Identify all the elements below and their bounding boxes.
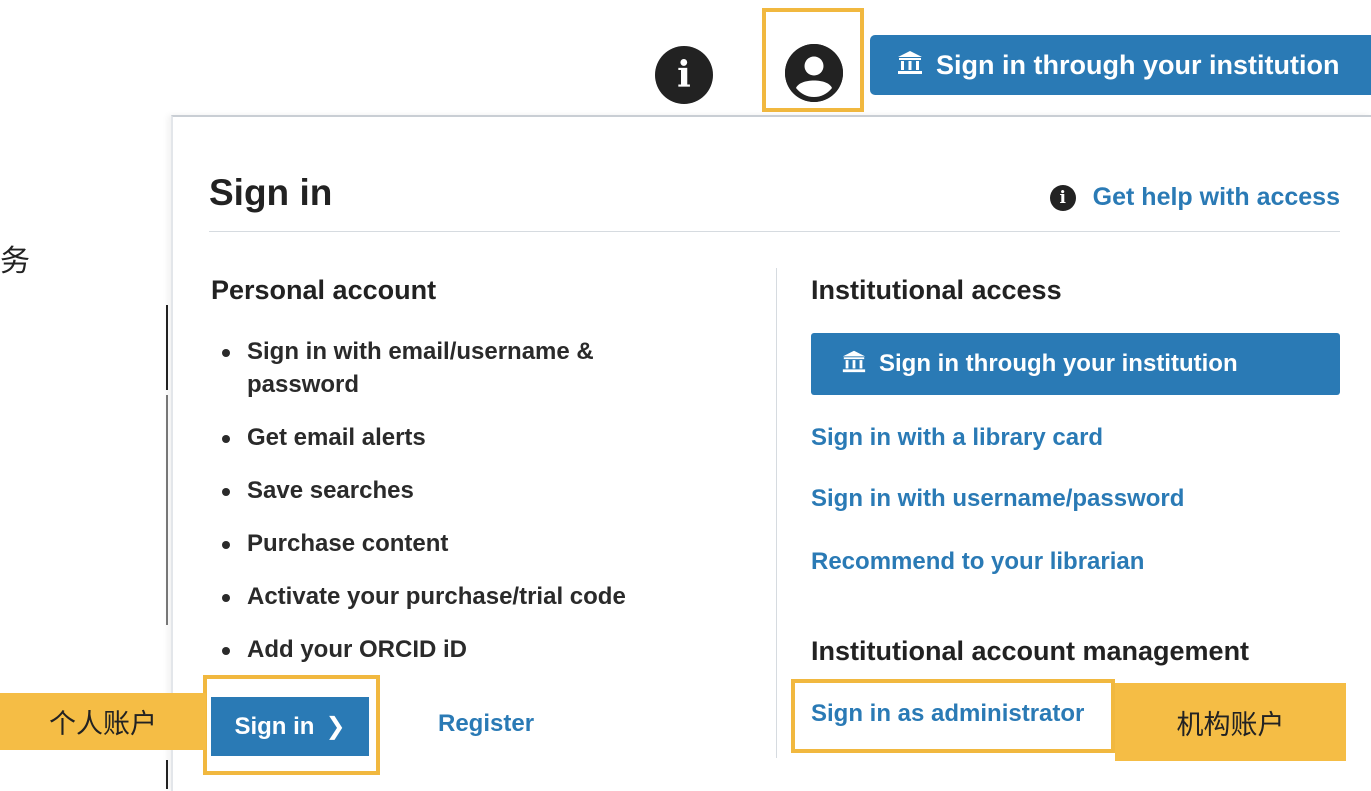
sign-in-institution-header-button[interactable]: Sign in through your institution <box>870 35 1371 95</box>
username-password-link[interactable]: Sign in with username/password <box>811 485 1184 513</box>
background-text-fragment: 服务 <box>0 244 30 279</box>
background-border <box>166 395 168 625</box>
panel-title: Sign in <box>209 172 333 213</box>
sign-in-label: Sign in <box>234 712 315 740</box>
info-icon[interactable]: i <box>655 46 713 104</box>
institution-account-annotation: 机构账户 <box>1115 683 1346 761</box>
institutional-access-heading: Institutional access <box>811 275 1062 305</box>
divider <box>209 231 1340 232</box>
column-divider <box>776 268 777 758</box>
feature-item: Sign in with email/username & password <box>218 335 688 401</box>
feature-item: Add your ORCID iD <box>218 633 688 666</box>
sign-in-institution-header-label: Sign in through your institution <box>936 49 1340 80</box>
chevron-right-icon: ❯ <box>325 713 346 740</box>
sign-in-institution-label: Sign in through your institution <box>879 350 1238 377</box>
feature-item: Activate your purchase/trial code <box>218 580 688 613</box>
institutional-management-heading: Institutional account management <box>811 636 1250 666</box>
recommend-librarian-link[interactable]: Recommend to your librarian <box>811 548 1144 576</box>
sign-in-institution-button[interactable]: Sign in through your institution <box>811 333 1340 395</box>
feature-item: Get email alerts <box>218 421 688 454</box>
personal-sign-in-button[interactable]: Sign in ❯ <box>211 697 369 756</box>
background-border <box>166 760 168 789</box>
institution-icon <box>896 48 924 83</box>
get-help-link[interactable]: i Get help with access <box>1049 183 1340 212</box>
institution-icon <box>841 348 867 381</box>
register-link[interactable]: Register <box>438 710 534 738</box>
sign-in-admin-link[interactable]: Sign in as administrator <box>811 700 1084 728</box>
background-border <box>166 305 168 390</box>
personal-account-heading: Personal account <box>211 275 437 305</box>
library-card-link[interactable]: Sign in with a library card <box>811 424 1103 452</box>
personal-account-features: Sign in with email/username & password G… <box>218 335 688 686</box>
personal-account-annotation: 个人账户 <box>0 693 206 750</box>
get-help-label: Get help with access <box>1092 183 1340 211</box>
feature-item: Save searches <box>218 474 688 507</box>
info-icon: i <box>1049 184 1076 211</box>
feature-item: Purchase content <box>218 527 688 560</box>
account-icon[interactable] <box>785 44 843 102</box>
